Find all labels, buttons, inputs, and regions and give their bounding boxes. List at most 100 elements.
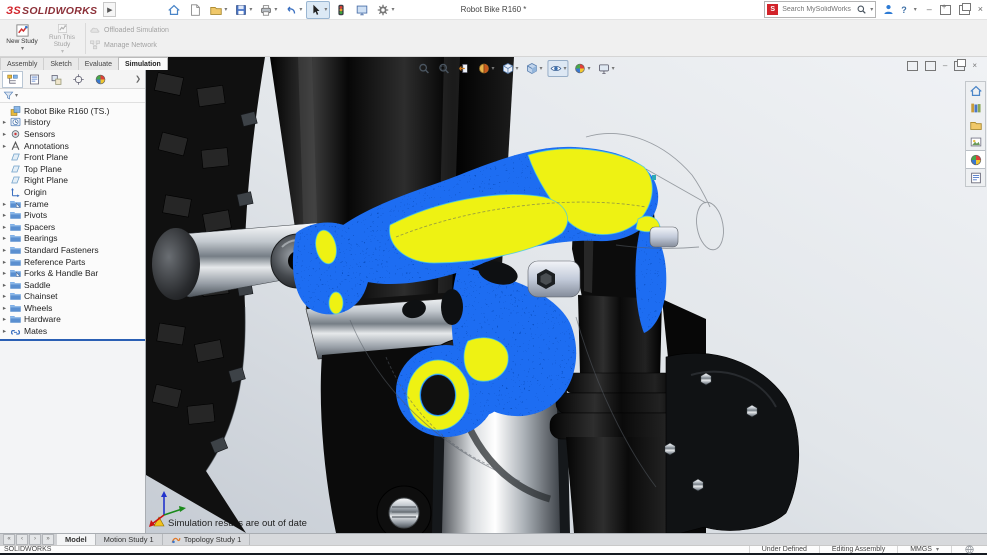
view-palette-icon[interactable] [966,133,985,150]
view-orientation-icon[interactable]: ▾ [500,60,521,77]
home-icon[interactable] [164,1,184,19]
section-view-icon[interactable]: ▾ [475,60,496,77]
close-button[interactable]: × [978,5,983,14]
status-units[interactable]: MMGS▾ [897,546,951,553]
tab-motion-study-1[interactable]: Motion Study 1 [96,534,163,545]
viewport-window-controls: – × [907,61,977,71]
pane-right-icon[interactable] [925,61,936,71]
tab-topology-study-1[interactable]: Topology Study 1 [163,534,251,545]
origin-icon [9,186,22,198]
window-controls: – × [927,5,983,15]
filter-dropdown-icon[interactable]: ▾ [15,92,18,99]
open-icon[interactable]: ▾ [206,1,230,19]
undo-icon[interactable]: ▾ [281,1,305,19]
tree-item-saddle[interactable]: ▸Saddle [0,279,145,291]
solidworks-resources-icon[interactable] [966,82,985,99]
display-manager-icon[interactable] [90,71,111,88]
tree-item-standard-fasteners[interactable]: ▸Standard Fasteners [0,244,145,256]
options-icon[interactable]: ▾ [373,1,397,19]
tree-item-reference-parts[interactable]: ▸Reference Parts [0,256,145,268]
tree-item-sensors[interactable]: ▸Sensors [0,128,145,140]
new-study-button[interactable]: New Study▾ [2,21,42,56]
panel-expand-icon[interactable]: ❯ [135,75,143,83]
search-icon[interactable] [856,4,867,15]
zoom-to-fit-icon[interactable] [415,60,432,77]
toolbar-flyout-arrow[interactable]: ▶ [103,2,116,17]
viewport-close-icon[interactable]: × [972,62,977,70]
tree-item-pivots[interactable]: ▸Pivots [0,209,145,221]
tree-item-hardware[interactable]: ▸Hardware [0,314,145,326]
tree-item-chainset[interactable]: ▸Chainset [0,291,145,303]
part-folder-icon [9,198,22,210]
tab-model[interactable]: Model [57,534,96,545]
pane-left-icon[interactable] [907,61,918,71]
edit-appearance-icon[interactable]: ▾ [572,60,593,77]
viewport-minimize-icon[interactable]: – [943,62,947,70]
display-style-icon[interactable]: ▾ [524,60,545,77]
run-this-study-button[interactable]: Run This Study▾ [42,21,82,56]
tree-item-forks-handle-bar[interactable]: ▸Forks & Handle Bar [0,267,145,279]
viewport-restore-icon[interactable] [954,61,965,71]
offloaded-simulation-button[interactable]: Offloaded Simulation [89,24,169,36]
tree-root[interactable]: Robot Bike R160 (TS.) [0,105,145,117]
offloaded-simulation-icon [89,24,101,36]
task-pane [965,81,986,187]
user-account-icon[interactable] [882,3,895,16]
appearances-scenes-icon[interactable] [966,150,985,169]
search-box[interactable]: S ▾ [764,1,876,18]
configuration-manager-icon[interactable] [46,71,67,88]
minimize-button[interactable]: – [927,5,932,14]
search-input[interactable] [780,5,854,14]
feature-tree: Robot Bike R160 (TS.) ▸History ▸Sensors … [0,103,145,337]
save-icon[interactable]: ▾ [231,1,255,19]
ribbon-separator [85,23,86,54]
tab-evaluate[interactable]: Evaluate [78,57,119,70]
file-properties-icon[interactable] [352,1,372,19]
tree-item-right-plane[interactable]: Right Plane [0,175,145,187]
scroll-last-icon[interactable]: » [42,534,54,545]
help-dropdown-icon[interactable]: ▾ [914,6,917,13]
help-button[interactable]: ? [901,5,907,15]
search-dropdown-icon[interactable]: ▾ [870,6,873,13]
status-editing-mode[interactable]: Editing Assembly [819,546,897,553]
hide-show-items-icon[interactable]: ▾ [548,60,569,77]
select-icon[interactable]: ▾ [306,1,330,19]
restore-button[interactable] [959,5,970,15]
pin-button[interactable] [940,5,951,15]
feature-manager-tree-icon[interactable] [2,71,23,88]
status-globe-icon[interactable] [951,546,987,553]
tree-item-origin[interactable]: Origin [0,186,145,198]
scroll-first-icon[interactable]: « [3,534,15,545]
tab-simulation[interactable]: Simulation [118,57,168,70]
previous-view-icon[interactable] [455,60,472,77]
custom-properties-icon[interactable] [966,169,985,186]
file-explorer-icon[interactable] [966,116,985,133]
print-icon[interactable]: ▾ [256,1,280,19]
tree-item-annotations[interactable]: ▸Annotations [0,140,145,152]
new-document-icon[interactable] [185,1,205,19]
scroll-next-icon[interactable]: › [29,534,41,545]
tree-item-spacers[interactable]: ▸Spacers [0,221,145,233]
manage-network-button[interactable]: Manage Network [89,39,169,51]
rebuild-icon[interactable] [331,1,351,19]
tree-item-history[interactable]: ▸History [0,117,145,129]
bottom-bracket-disc[interactable] [377,486,431,533]
folder-icon [9,221,22,233]
tree-item-top-plane[interactable]: Top Plane [0,163,145,175]
zoom-to-area-icon[interactable] [435,60,452,77]
dimxpert-manager-icon[interactable] [68,71,89,88]
model-scene[interactable]: Simulation results are out of date [146,57,987,533]
tree-item-mates[interactable]: ▸Mates [0,325,145,337]
tree-item-front-plane[interactable]: Front Plane [0,151,145,163]
tree-item-wheels[interactable]: ▸Wheels [0,302,145,314]
property-manager-icon[interactable] [24,71,45,88]
graphics-viewport[interactable]: Simulation results are out of date [146,57,987,533]
tab-sketch[interactable]: Sketch [43,57,78,70]
scroll-prev-icon[interactable]: ‹ [16,534,28,545]
design-library-icon[interactable] [966,99,985,116]
view-settings-icon[interactable]: ▾ [596,60,617,77]
filter-icon[interactable] [3,90,14,101]
tree-item-bearings[interactable]: ▸Bearings [0,233,145,245]
tree-item-frame[interactable]: ▸Frame [0,198,145,210]
tab-assembly[interactable]: Assembly [0,57,44,70]
